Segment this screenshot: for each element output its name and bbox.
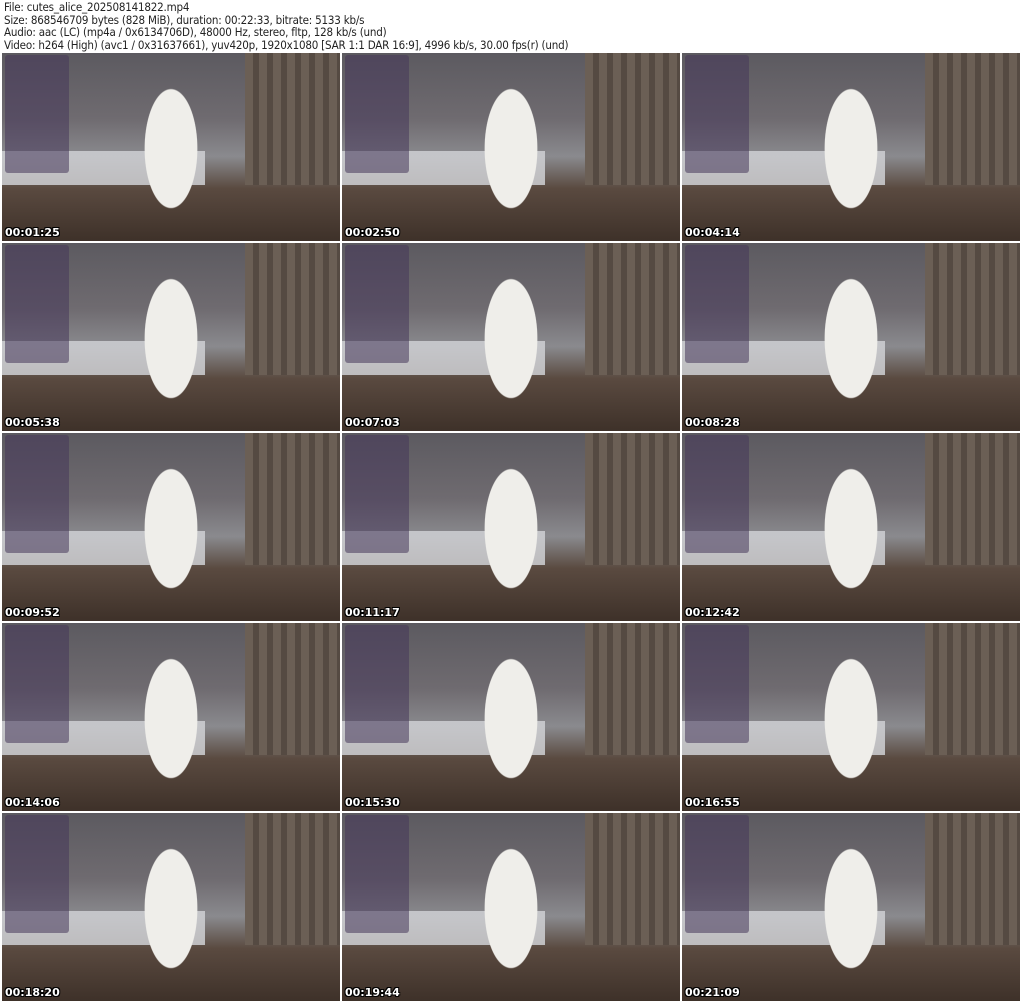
thumbnail-grid: 00:01:25 00:02:50 00:04:14 00:05:38 00:07:03… bbox=[2, 53, 1020, 1001]
video-thumbnail: 00:21:09 bbox=[682, 813, 1020, 1001]
overlay-panel bbox=[685, 435, 749, 553]
video-thumbnail: 00:05:38 bbox=[2, 243, 340, 431]
frame-subject bbox=[130, 86, 212, 241]
frame-subject bbox=[470, 466, 552, 621]
thumbnail-timestamp: 00:01:25 bbox=[5, 226, 60, 239]
file-info-header: File: cutes_alice_202508141822.mp4 Size:… bbox=[4, 0, 569, 52]
frame-subject bbox=[130, 276, 212, 431]
overlay-panel bbox=[5, 245, 69, 363]
background-curtain bbox=[245, 243, 340, 375]
frame-subject bbox=[470, 86, 552, 241]
background-curtain bbox=[585, 813, 680, 945]
overlay-panel bbox=[685, 625, 749, 743]
video-info: Video: h264 (High) (avc1 / 0x31637661), … bbox=[4, 37, 569, 52]
frame-subject bbox=[810, 656, 892, 811]
overlay-panel bbox=[5, 625, 69, 743]
frame-subject bbox=[810, 276, 892, 431]
background-curtain bbox=[925, 243, 1020, 375]
thumbnail-timestamp: 00:05:38 bbox=[5, 416, 60, 429]
video-thumbnail: 00:07:03 bbox=[342, 243, 680, 431]
thumbnail-timestamp: 00:11:17 bbox=[345, 606, 400, 619]
video-thumbnail: 00:12:42 bbox=[682, 433, 1020, 621]
video-thumbnail: 00:02:50 bbox=[342, 53, 680, 241]
overlay-panel bbox=[685, 55, 749, 173]
frame-subject bbox=[130, 656, 212, 811]
background-curtain bbox=[245, 53, 340, 185]
overlay-panel bbox=[345, 435, 409, 553]
background-curtain bbox=[245, 433, 340, 565]
overlay-panel bbox=[345, 55, 409, 173]
thumbnail-timestamp: 00:08:28 bbox=[685, 416, 740, 429]
frame-subject bbox=[470, 846, 552, 1001]
thumbnail-timestamp: 00:02:50 bbox=[345, 226, 400, 239]
overlay-panel bbox=[5, 435, 69, 553]
video-thumbnail: 00:09:52 bbox=[2, 433, 340, 621]
video-thumbnail: 00:01:25 bbox=[2, 53, 340, 241]
frame-subject bbox=[130, 466, 212, 621]
thumbnail-timestamp: 00:19:44 bbox=[345, 986, 400, 999]
background-curtain bbox=[925, 53, 1020, 185]
video-thumbnail: 00:11:17 bbox=[342, 433, 680, 621]
thumbnail-timestamp: 00:12:42 bbox=[685, 606, 740, 619]
background-curtain bbox=[585, 623, 680, 755]
frame-subject bbox=[810, 466, 892, 621]
overlay-panel bbox=[685, 815, 749, 933]
background-curtain bbox=[245, 813, 340, 945]
video-thumbnail: 00:15:30 bbox=[342, 623, 680, 811]
background-curtain bbox=[585, 433, 680, 565]
thumbnail-timestamp: 00:04:14 bbox=[685, 226, 740, 239]
overlay-panel bbox=[5, 55, 69, 173]
frame-subject bbox=[130, 846, 212, 1001]
video-thumbnail: 00:08:28 bbox=[682, 243, 1020, 431]
audio-info: Audio: aac (LC) (mp4a / 0x6134706D), 480… bbox=[4, 25, 387, 39]
thumbnail-timestamp: 00:15:30 bbox=[345, 796, 400, 809]
thumbnail-timestamp: 00:16:55 bbox=[685, 796, 740, 809]
overlay-panel bbox=[345, 245, 409, 363]
video-thumbnail: 00:14:06 bbox=[2, 623, 340, 811]
thumbnail-timestamp: 00:09:52 bbox=[5, 606, 60, 619]
background-curtain bbox=[925, 433, 1020, 565]
frame-subject bbox=[810, 86, 892, 241]
overlay-panel bbox=[5, 815, 69, 933]
file-name: File: cutes_alice_202508141822.mp4 bbox=[4, 0, 190, 14]
background-curtain bbox=[925, 623, 1020, 755]
video-thumbnail: 00:04:14 bbox=[682, 53, 1020, 241]
video-thumbnail: 00:18:20 bbox=[2, 813, 340, 1001]
frame-subject bbox=[470, 656, 552, 811]
background-curtain bbox=[585, 243, 680, 375]
thumbnail-timestamp: 00:18:20 bbox=[5, 986, 60, 999]
overlay-panel bbox=[345, 815, 409, 933]
overlay-panel bbox=[685, 245, 749, 363]
frame-subject bbox=[810, 846, 892, 1001]
background-curtain bbox=[245, 623, 340, 755]
background-curtain bbox=[925, 813, 1020, 945]
thumbnail-timestamp: 00:07:03 bbox=[345, 416, 400, 429]
overlay-panel bbox=[345, 625, 409, 743]
background-curtain bbox=[585, 53, 680, 185]
video-thumbnail: 00:16:55 bbox=[682, 623, 1020, 811]
thumbnail-timestamp: 00:21:09 bbox=[685, 986, 740, 999]
frame-subject bbox=[470, 276, 552, 431]
video-thumbnail: 00:19:44 bbox=[342, 813, 680, 1001]
thumbnail-timestamp: 00:14:06 bbox=[5, 796, 60, 809]
